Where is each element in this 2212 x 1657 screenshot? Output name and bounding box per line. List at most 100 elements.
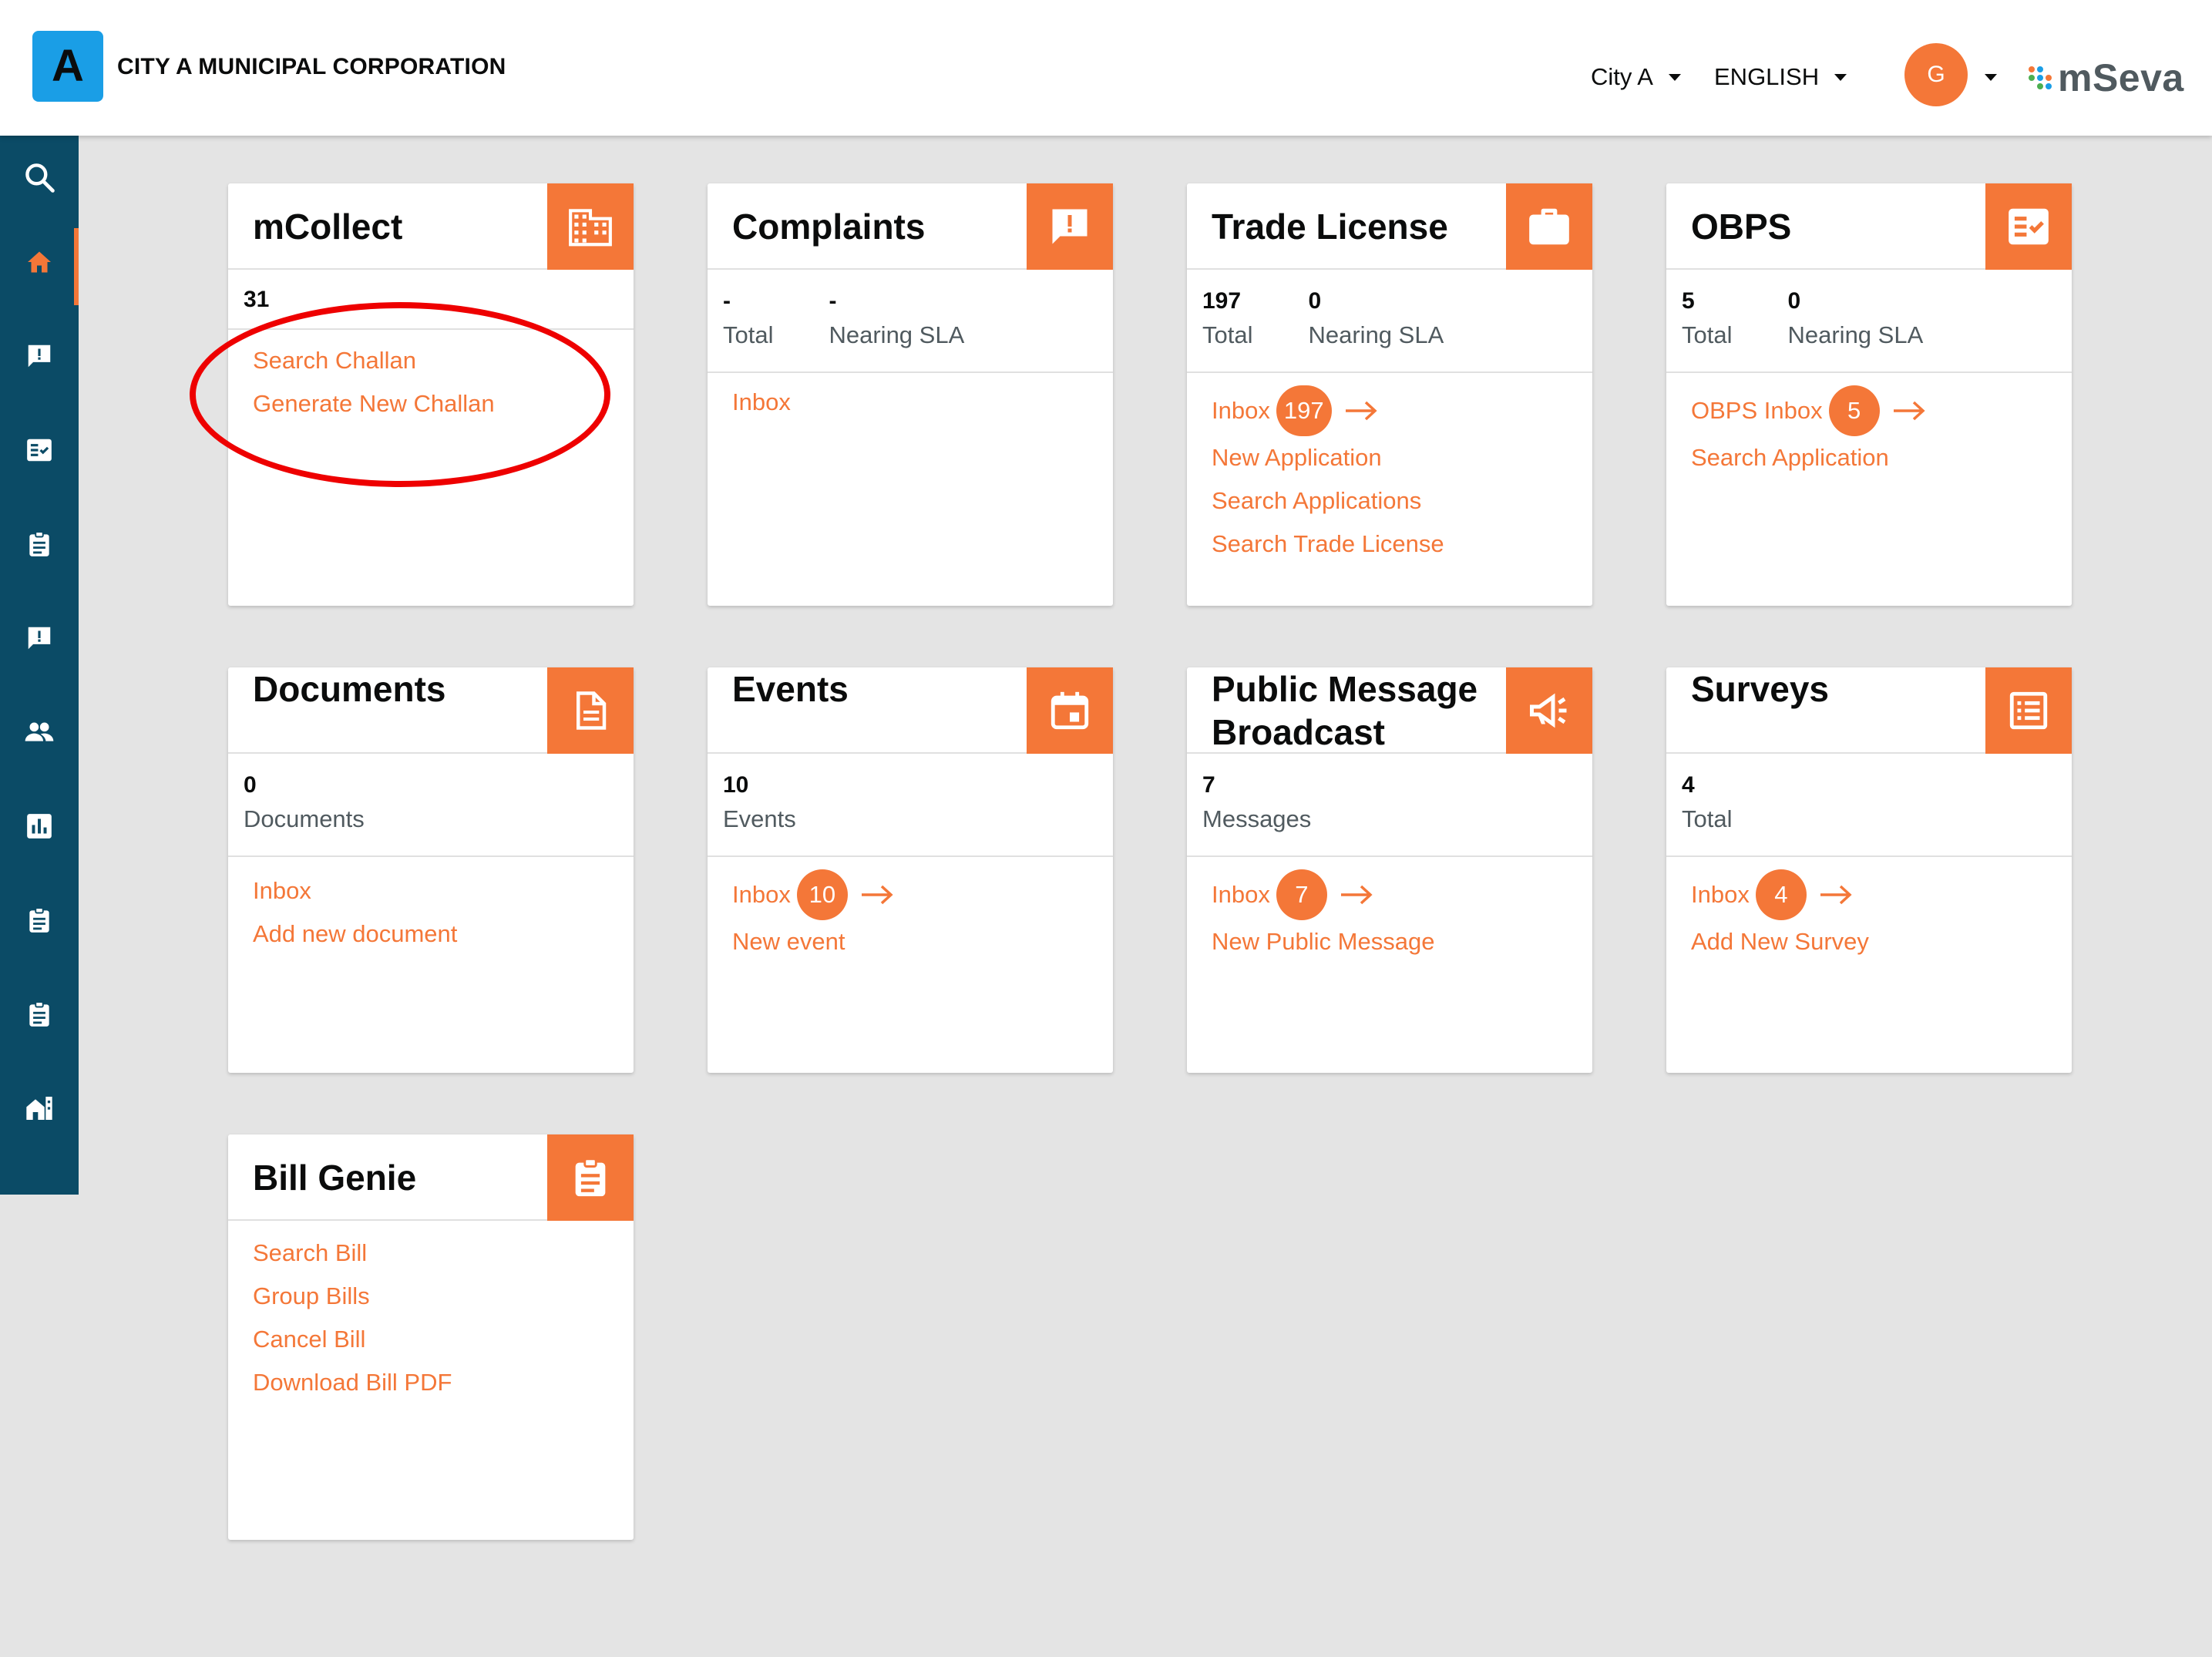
- link-download-bill-pdf[interactable]: Download Bill PDF: [253, 1361, 634, 1404]
- briefcase-icon: [1506, 183, 1592, 270]
- complaint-icon: [28, 627, 51, 650]
- city-selector[interactable]: City A: [1591, 63, 1681, 91]
- link-inbox[interactable]: Inbox 197: [1212, 385, 1592, 436]
- sidebar-item-complaints-2[interactable]: [0, 600, 79, 677]
- city-name: CITY A MUNICIPAL CORPORATION: [117, 54, 506, 79]
- card-title: Surveys: [1691, 669, 1830, 709]
- link-inbox[interactable]: Inbox 7: [1212, 869, 1592, 920]
- card-trade-license: Trade License 197 Total 0 Nearing SLA Inbo…: [1187, 183, 1592, 606]
- stat-value: 0: [244, 772, 257, 798]
- arrow-right-icon: [860, 883, 894, 906]
- card-header: Documents: [228, 667, 634, 754]
- link-new-public-message[interactable]: New Public Message: [1212, 920, 1592, 963]
- card-stats: 197 Total 0 Nearing SLA: [1187, 270, 1592, 373]
- card-public-message-broadcast: Public Message Broadcast 7 Messages Inbox…: [1187, 667, 1592, 1073]
- link-inbox[interactable]: Inbox: [732, 381, 1113, 424]
- sidebar-item-reports[interactable]: [0, 788, 79, 865]
- stat-total-label: Total: [1202, 321, 1253, 348]
- stat-total-value: 5: [1682, 288, 1695, 314]
- link-search-applications[interactable]: Search Applications: [1212, 479, 1592, 523]
- link-cancel-bill[interactable]: Cancel Bill: [253, 1318, 634, 1361]
- sidebar-item-home[interactable]: [0, 224, 79, 305]
- link-search-application[interactable]: Search Application: [1691, 436, 2072, 479]
- card-header: Events: [708, 667, 1113, 754]
- mseva-logo: mSeva: [2029, 55, 2184, 100]
- arrow-right-icon: [1344, 399, 1378, 422]
- link-obps-inbox[interactable]: OBPS Inbox 5: [1691, 385, 2072, 436]
- chevron-down-icon[interactable]: [1985, 74, 1997, 81]
- stat-label: Events: [723, 805, 796, 832]
- megaphone-icon: [1506, 667, 1592, 754]
- complaint-icon: [1027, 183, 1113, 270]
- stat-label: Documents: [244, 805, 365, 832]
- language-selector-label: ENGLISH: [1714, 63, 1820, 90]
- link-search-bill[interactable]: Search Bill: [253, 1232, 634, 1275]
- stat-sla-value: -: [829, 288, 837, 314]
- stat-value: 4: [1682, 772, 1695, 798]
- sidebar-item-clipboard-2[interactable]: [0, 882, 79, 959]
- link-search-trade-license[interactable]: Search Trade License: [1212, 523, 1592, 566]
- sidebar-item-clipboard[interactable]: [0, 506, 79, 583]
- card-complaints: Complaints - Total - Nearing SLA Inbox: [708, 183, 1113, 606]
- stat-label: Total: [1682, 805, 1733, 832]
- card-title: Bill Genie: [253, 1158, 417, 1198]
- stat-total-label: Total: [723, 321, 774, 348]
- card-title: OBPS: [1691, 207, 1792, 247]
- people-icon: [25, 722, 54, 741]
- card-mcollect: mCollect 31 Search Challan Generate New …: [228, 183, 634, 606]
- link-new-application[interactable]: New Application: [1212, 436, 1592, 479]
- card-title: mCollect: [253, 207, 403, 247]
- card-surveys: Surveys 4 Total Inbox 4 Add New Survey: [1666, 667, 2072, 1073]
- link-search-challan[interactable]: Search Challan: [253, 339, 634, 382]
- link-inbox[interactable]: Inbox 10: [732, 869, 1113, 920]
- sidebar-item-complaints[interactable]: [0, 318, 79, 395]
- stat-sla-value: 0: [1787, 288, 1801, 314]
- clipboard-icon: [547, 1134, 634, 1221]
- stat-total-label: Total: [1682, 321, 1733, 348]
- chevron-down-icon: [1668, 73, 1681, 81]
- link-add-new-document[interactable]: Add new document: [253, 913, 634, 956]
- document-icon: [547, 667, 634, 754]
- checklist-icon: [1985, 183, 2072, 270]
- language-selector[interactable]: ENGLISH: [1714, 63, 1847, 91]
- stat-total-value: -: [723, 288, 731, 314]
- link-inbox[interactable]: Inbox 4: [1691, 869, 2072, 920]
- inbox-count-badge: 7: [1276, 869, 1327, 920]
- sidebar-item-clipboard-3[interactable]: [0, 976, 79, 1053]
- link-generate-new-challan[interactable]: Generate New Challan: [253, 382, 634, 425]
- list-icon: [1985, 667, 2072, 754]
- checklist-icon: [27, 439, 52, 462]
- card-header: Complaints: [708, 183, 1113, 270]
- link-group-bills[interactable]: Group Bills: [253, 1275, 634, 1318]
- stat-value: 10: [723, 772, 749, 798]
- card-bill-genie: Bill Genie Search Bill Group Bills Cance…: [228, 1134, 634, 1540]
- card-stats: 4 Total: [1666, 754, 2072, 857]
- stat-label: Messages: [1202, 805, 1312, 832]
- card-stats: 7 Messages: [1187, 754, 1592, 857]
- card-stats: 10 Events: [708, 754, 1113, 857]
- arrow-right-icon: [1819, 883, 1853, 906]
- inbox-label: Inbox: [1691, 881, 1750, 908]
- inbox-label: Inbox: [1212, 881, 1270, 908]
- sidebar-item-checklist[interactable]: [0, 412, 79, 489]
- card-documents: Documents 0 Documents Inbox Add new docum…: [228, 667, 634, 1073]
- link-inbox[interactable]: Inbox: [253, 869, 634, 913]
- card-header: mCollect: [228, 183, 634, 270]
- link-new-event[interactable]: New event: [732, 920, 1113, 963]
- brand-name: mSeva: [2058, 56, 2184, 99]
- calendar-icon: [1027, 667, 1113, 754]
- top-header: A CITY A MUNICIPAL CORPORATION City A EN…: [0, 0, 2212, 136]
- home-icon: [28, 251, 51, 273]
- city-logo: A: [32, 31, 103, 102]
- sidebar-item-search[interactable]: [0, 139, 79, 216]
- link-add-new-survey[interactable]: Add New Survey: [1691, 920, 2072, 963]
- card-obps: OBPS 5 Total 0 Nearing SLA OBPS Inbox 5 Se…: [1666, 183, 2072, 606]
- sidebar: [0, 136, 79, 1195]
- inbox-label: Inbox: [732, 881, 791, 908]
- clipboard-icon: [29, 907, 49, 933]
- sidebar-item-users[interactable]: [0, 694, 79, 771]
- user-avatar[interactable]: G: [1904, 43, 1968, 106]
- chevron-down-icon: [1834, 73, 1847, 81]
- card-title: Public Message Broadcast: [1212, 669, 1478, 752]
- sidebar-item-city[interactable]: [0, 1070, 79, 1147]
